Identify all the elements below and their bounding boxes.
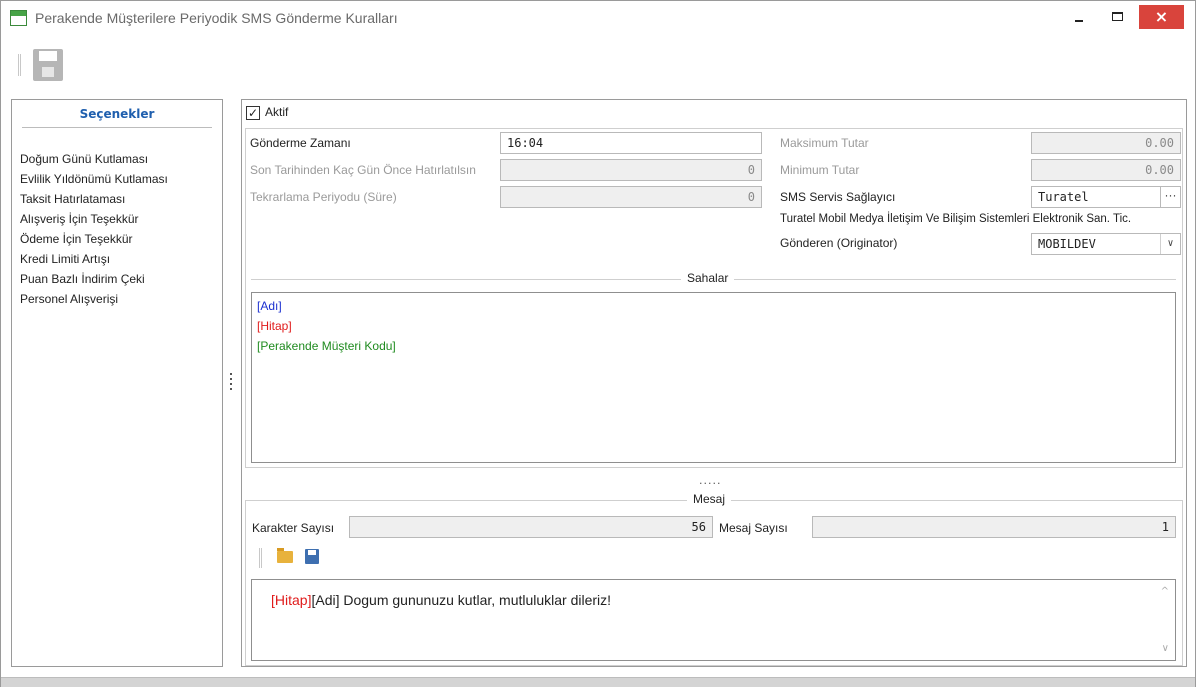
aktif-checkbox[interactable]: ✓ — [246, 106, 260, 120]
option-odeme-tesekkur[interactable]: Ödeme İçin Teşekkür — [12, 229, 222, 249]
minimum-tutar-input[interactable]: 0.00 — [1031, 159, 1181, 181]
horizontal-splitter[interactable]: ····· — [699, 477, 721, 490]
toolbar-grip[interactable] — [18, 54, 21, 76]
vertical-splitter[interactable] — [230, 373, 234, 393]
title-bar: Perakende Müşterilere Periyodik SMS Gönd… — [1, 1, 1195, 37]
tekrarlama-label: Tekrarlama Periyodu (Süre) — [250, 190, 397, 204]
mesaj-sayisi-input[interactable]: 1 — [812, 516, 1176, 538]
chevron-down-icon[interactable]: ∨ — [1160, 234, 1180, 254]
status-bar — [1, 677, 1195, 687]
sms-servis-input[interactable]: Turatel ··· — [1031, 186, 1181, 208]
save-message-icon[interactable] — [305, 549, 319, 564]
option-dogum-gunu[interactable]: Doğum Günü Kutlaması — [12, 149, 222, 169]
maksimum-tutar-input[interactable]: 0.00 — [1031, 132, 1181, 154]
mesaj-title: Mesaj — [687, 492, 732, 506]
rule-detail-panel: ✓ Aktif Gönderme Zamanı 16:04 Son Tarihi… — [241, 99, 1187, 667]
window-title: Perakende Müşterilere Periyodik SMS Gönd… — [35, 10, 398, 26]
message-editor[interactable]: [Hitap][Adi] Dogum gununuzu kutlar, mutl… — [251, 579, 1176, 661]
aktif-label: Aktif — [265, 105, 289, 119]
sms-servis-browse-button[interactable]: ··· — [1160, 187, 1180, 207]
message-token-hitap: [Hitap] — [271, 592, 312, 608]
option-taksit-hatirlatmasi[interactable]: Taksit Hatırlataması — [12, 189, 222, 209]
options-list: Doğum Günü Kutlaması Evlilik Yıldönümü K… — [12, 128, 222, 309]
minimize-button[interactable] — [1061, 5, 1097, 29]
option-personel-alisverisi[interactable]: Personel Alışverişi — [12, 289, 222, 309]
originator-value: MOBILDEV — [1038, 237, 1096, 251]
save-button[interactable] — [33, 49, 63, 81]
originator-select[interactable]: MOBILDEV ∨ — [1031, 233, 1181, 255]
field-token-adi[interactable]: [Adı] — [252, 296, 1175, 316]
minimum-tutar-label: Minimum Tutar — [780, 163, 860, 177]
open-folder-icon[interactable] — [277, 548, 293, 563]
window-app-icon — [10, 10, 27, 26]
option-puan-indirim[interactable]: Puan Bazlı İndirim Çeki — [12, 269, 222, 289]
sms-servis-value: Turatel — [1038, 190, 1089, 204]
gonderme-zamani-input[interactable]: 16:04 — [500, 132, 762, 154]
message-toolbar-grip[interactable] — [259, 548, 262, 568]
message-text[interactable]: [Hitap][Adi] Dogum gununuzu kutlar, mutl… — [271, 592, 611, 608]
originator-label: Gönderen (Originator) — [780, 236, 898, 250]
scroll-up-icon[interactable]: ^ — [1161, 586, 1169, 597]
karakter-sayisi-input[interactable]: 56 — [349, 516, 713, 538]
field-token-musteri-kodu[interactable]: [Perakende Müşteri Kodu] — [252, 336, 1175, 356]
minimize-icon — [1075, 20, 1083, 22]
scroll-down-icon[interactable]: ∨ — [1162, 643, 1169, 654]
mesaj-sayisi-label: Mesaj Sayısı — [719, 521, 788, 535]
options-panel: Seçenekler Doğum Günü Kutlaması Evlilik … — [11, 99, 223, 667]
option-evlilik-yildonumu[interactable]: Evlilik Yıldönümü Kutlaması — [12, 169, 222, 189]
option-alisveris-tesekkur[interactable]: Alışveriş İçin Teşekkür — [12, 209, 222, 229]
options-header: Seçenekler — [22, 100, 212, 128]
provider-full-name: Turatel Mobil Medya İletişim Ve Bilişim … — [780, 213, 1132, 225]
option-kredi-limiti[interactable]: Kredi Limiti Artışı — [12, 249, 222, 269]
maksimum-tutar-label: Maksimum Tutar — [780, 136, 869, 150]
maximize-icon — [1112, 12, 1123, 21]
close-button[interactable]: × — [1139, 5, 1184, 29]
main-window: Perakende Müşterilere Periyodik SMS Gönd… — [0, 0, 1196, 687]
tekrarlama-input[interactable]: 0 — [500, 186, 762, 208]
sahalar-list[interactable]: [Adı] [Hitap] [Perakende Müşteri Kodu] — [251, 292, 1176, 463]
message-body: [Adi] Dogum gununuzu kutlar, mutluluklar… — [311, 592, 612, 608]
field-token-hitap[interactable]: [Hitap] — [252, 316, 1175, 336]
son-tarih-input[interactable]: 0 — [500, 159, 762, 181]
gonderme-zamani-label: Gönderme Zamanı — [250, 136, 351, 150]
karakter-sayisi-label: Karakter Sayısı — [252, 521, 335, 535]
sms-servis-label: SMS Servis Sağlayıcı — [780, 190, 896, 204]
son-tarih-label: Son Tarihinden Kaç Gün Önce Hatırlatılsı… — [250, 163, 476, 177]
maximize-button[interactable] — [1099, 5, 1135, 29]
save-icon — [39, 51, 57, 61]
sahalar-title: Sahalar — [681, 271, 735, 285]
toolbar — [1, 41, 1195, 91]
